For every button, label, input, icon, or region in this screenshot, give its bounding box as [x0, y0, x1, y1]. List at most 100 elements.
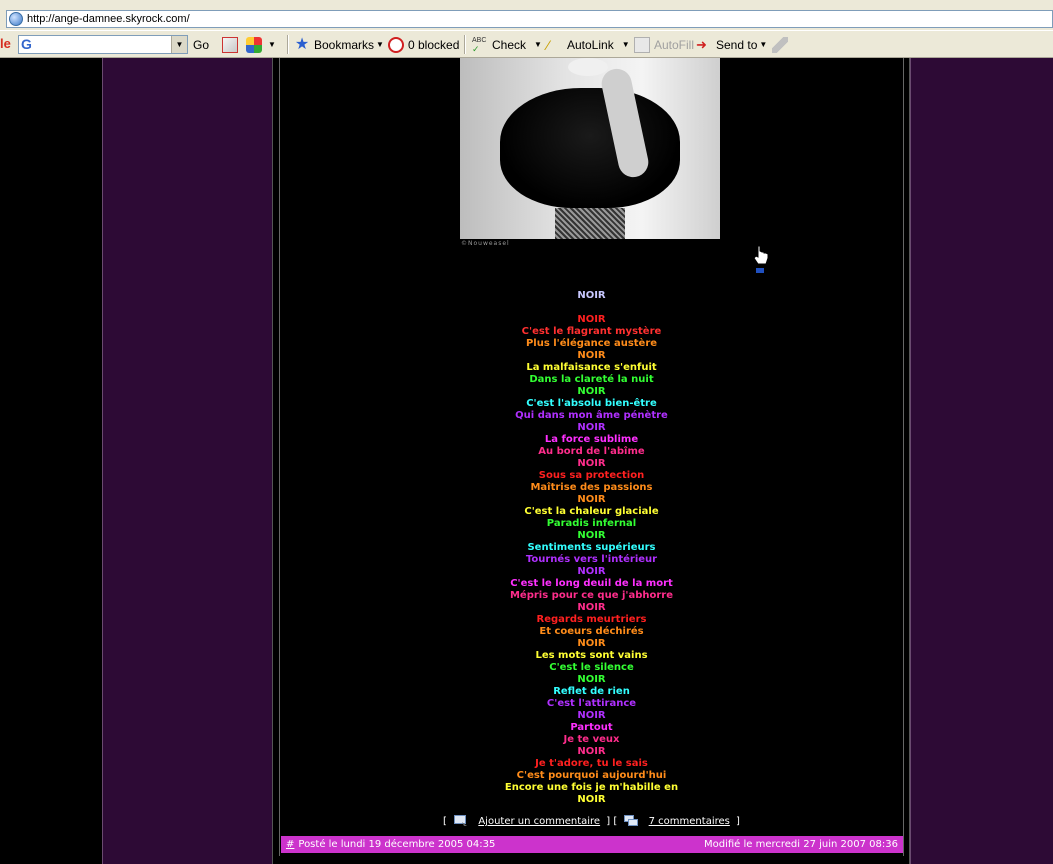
- highlighter-icon: [772, 36, 788, 53]
- poem-line: NOIR: [577, 794, 606, 805]
- highlighter-button[interactable]: [772, 36, 792, 53]
- poem-line: NOIR: [577, 494, 606, 505]
- post-photo: [460, 58, 720, 239]
- poem-line: C'est le flagrant mystère: [521, 326, 662, 337]
- autofill-icon: [634, 36, 650, 53]
- news-icon: [222, 36, 238, 53]
- web-page: ©Nouweasel NOIR NOIR C'est le flagrant my…: [0, 58, 1053, 864]
- popup-blocker-button[interactable]: 0 blocked: [388, 36, 459, 53]
- poem-line: Dans la clareté la nuit: [529, 374, 654, 385]
- poem-line: Mépris pour ce que j'abhorre: [509, 590, 673, 601]
- add-comment-link[interactable]: Ajouter un commentaire: [478, 816, 600, 827]
- posted-date: Posté le lundi 19 décembre 2005 04:35: [298, 839, 496, 850]
- toolbar-divider: [287, 35, 289, 54]
- spellcheck-icon: ABC ✓: [472, 36, 487, 54]
- photo-bow: [568, 58, 608, 76]
- autofill-button[interactable]: AutoFill: [634, 36, 694, 53]
- poem-title: NOIR: [577, 290, 606, 301]
- chevron-down-icon: ▼: [376, 40, 384, 49]
- poem-line: C'est l'attirance: [546, 698, 637, 709]
- poem-line: C'est le silence: [549, 662, 634, 673]
- poem-line: Au bord de l'abîme: [538, 446, 645, 457]
- poem-line: Je t'adore, tu le sais: [535, 758, 648, 769]
- send-arrow-icon: ➜: [696, 36, 707, 52]
- poem-line: La force sublime: [544, 434, 639, 445]
- poem-line: Sous sa protection: [538, 470, 645, 481]
- poem-line: NOIR: [577, 602, 606, 613]
- bookmarks-button[interactable]: ★ Bookmarks ▼: [294, 36, 384, 53]
- poem-line: Plus l'élégance austère: [525, 338, 658, 349]
- poem-line: C'est pourquoi aujourd'hui: [516, 770, 667, 781]
- google-logo-icon: le: [0, 36, 11, 51]
- poem-line: Partout: [570, 722, 613, 733]
- chevron-down-icon: ▼: [268, 40, 276, 49]
- add-comment-icon: [454, 815, 468, 826]
- modified-date: Modifié le mercredi 27 juin 2007 08:36: [703, 839, 898, 850]
- poem-line: Regards meurtriers: [536, 614, 647, 625]
- poem-lines: NOIR C'est le flagrant mystère Plus l'élég…: [280, 314, 903, 806]
- left-sidebar: [102, 58, 273, 864]
- poem-line: Reflet de rien: [553, 686, 630, 697]
- blocked-label: 0 blocked: [408, 37, 460, 52]
- poem-line: Maîtrise des passions: [530, 482, 653, 493]
- autolink-button[interactable]: ⁄ AutoLink ▼: [547, 36, 630, 53]
- photo-watermark: ©Nouweasel: [461, 240, 510, 247]
- chevron-down-icon: ▼: [759, 40, 768, 49]
- page-favicon-icon: [9, 12, 23, 26]
- magic-wand-icon: ⁄: [547, 36, 550, 53]
- address-url[interactable]: http://ange-damnee.skyrock.com/: [27, 13, 190, 25]
- poem-line: Sentiments supérieurs: [527, 542, 656, 553]
- poem-line: Et coeurs déchirés: [539, 626, 644, 637]
- bracket-open: [: [443, 816, 447, 827]
- poem-line: NOIR: [577, 386, 606, 397]
- poem-line: Je te veux: [563, 734, 620, 745]
- poem-line: NOIR: [577, 674, 606, 685]
- go-button[interactable]: Go: [193, 36, 209, 53]
- poem-line: NOIR: [577, 746, 606, 757]
- autolink-label: AutoLink: [567, 37, 614, 52]
- bracket-separator: ] [: [606, 816, 618, 827]
- puzzle-icon: [246, 36, 262, 53]
- toolbar-divider: [464, 35, 466, 54]
- options-button[interactable]: ▼: [246, 36, 276, 53]
- permalink[interactable]: #: [286, 839, 294, 850]
- search-dropdown-button[interactable]: ▼: [171, 36, 187, 53]
- sendto-label: Send to: [716, 37, 758, 52]
- blocked-icon: [388, 36, 404, 53]
- google-toolbar: le G ▼ Go ▼ ★ Bookmarks ▼ 0 blocked ABC ✓…: [0, 30, 1053, 58]
- poem-line: Paradis infernal: [546, 518, 637, 529]
- post-date: # Posté le lundi 19 décembre 2005 04:35: [286, 836, 495, 853]
- poem-line: NOIR: [577, 710, 606, 721]
- poem-line: Encore une fois je m'habille en: [504, 782, 679, 793]
- send-to-button[interactable]: ➜ Send to ▼: [696, 36, 767, 53]
- poem-line: NOIR: [577, 422, 606, 433]
- chevron-down-icon: ▼: [534, 40, 542, 49]
- right-sidebar: [910, 58, 1053, 864]
- poem-line: NOIR: [577, 530, 606, 541]
- poem-line: Qui dans mon âme pénètre: [515, 410, 668, 421]
- poem-line: Les mots sont vains: [535, 650, 648, 661]
- poem-line: C'est l'absolu bien-être: [526, 398, 657, 409]
- news-button[interactable]: [222, 36, 242, 53]
- photo-tutu: [500, 88, 680, 208]
- comments-link[interactable]: 7 commentaires: [649, 816, 730, 827]
- chevron-down-icon: ▼: [621, 40, 630, 49]
- check-label: Check: [492, 37, 527, 52]
- search-input[interactable]: G ▼: [18, 35, 188, 54]
- post-footer: # Posté le lundi 19 décembre 2005 04:35 M…: [281, 836, 903, 853]
- google-g-icon: G: [21, 36, 32, 52]
- poem: NOIR NOIR C'est le flagrant mystère Plus l…: [280, 290, 903, 806]
- hand-cursor-icon: [753, 245, 769, 273]
- poem-line: Tournés vers l'intérieur: [525, 554, 658, 565]
- poem-line: NOIR: [577, 314, 606, 325]
- autofill-label: AutoFill: [654, 37, 695, 52]
- poem-line: C'est la chaleur glaciale: [524, 506, 659, 517]
- go-label: Go: [193, 37, 210, 52]
- photo-legs: [555, 208, 625, 239]
- spellcheck-button[interactable]: ABC ✓ Check ▼: [472, 36, 542, 54]
- bookmarks-label: Bookmarks: [314, 37, 375, 52]
- address-field[interactable]: http://ange-damnee.skyrock.com/: [6, 10, 1053, 28]
- poem-line: NOIR: [577, 566, 606, 577]
- bracket-close: ]: [736, 816, 740, 827]
- poem-line: NOIR: [577, 458, 606, 469]
